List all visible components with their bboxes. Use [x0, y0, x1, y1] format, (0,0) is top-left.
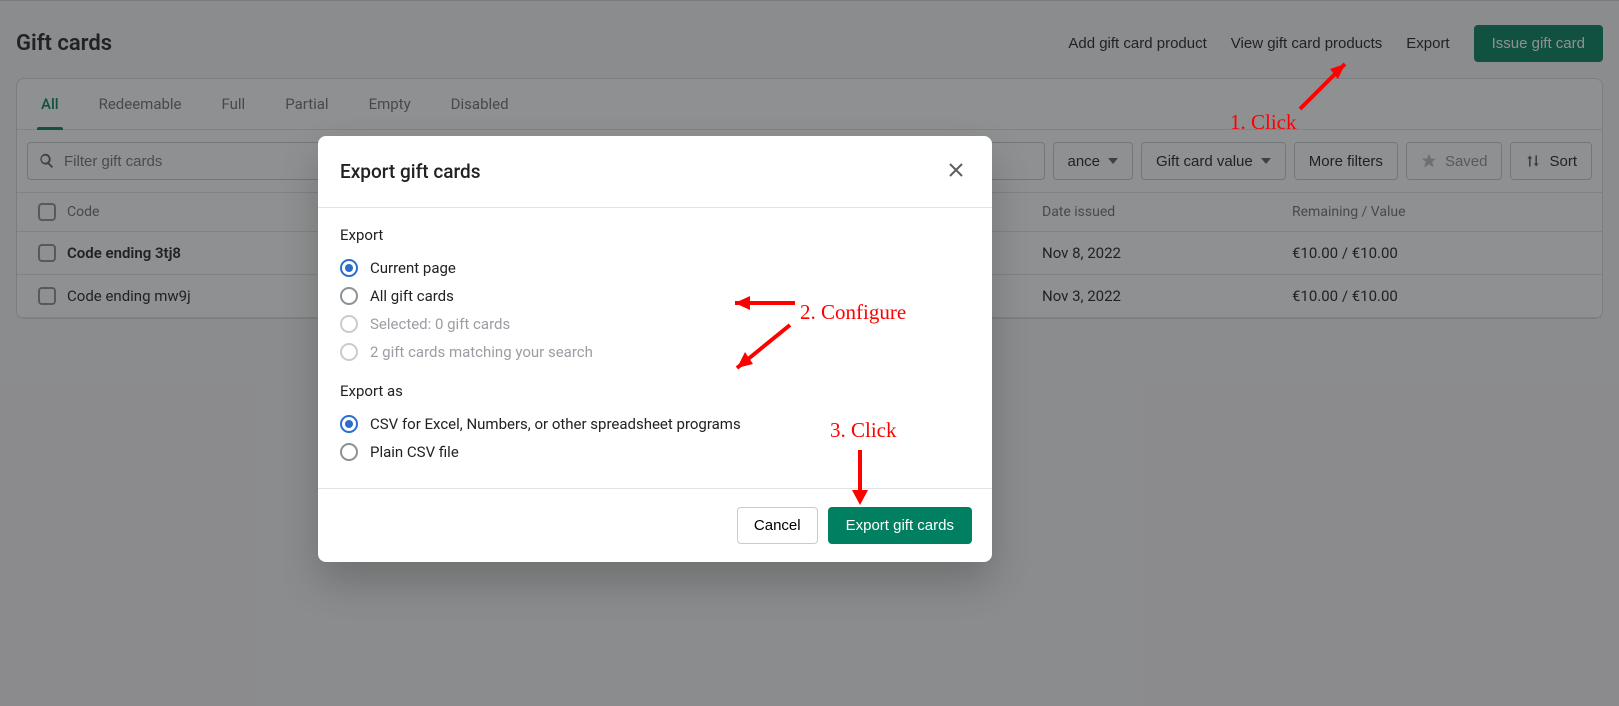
- radio-icon: [340, 443, 358, 461]
- radio-label: Current page: [370, 259, 456, 277]
- export-section-label: Export: [340, 226, 970, 244]
- export-confirm-button[interactable]: Export gift cards: [828, 507, 972, 544]
- modal-title: Export gift cards: [340, 160, 481, 183]
- radio-matching-search: 2 gift cards matching your search: [340, 338, 970, 366]
- radio-all-gift-cards[interactable]: All gift cards: [340, 282, 970, 310]
- cancel-button[interactable]: Cancel: [737, 507, 818, 544]
- radio-icon: [340, 415, 358, 433]
- radio-label: All gift cards: [370, 287, 454, 305]
- radio-current-page[interactable]: Current page: [340, 254, 970, 282]
- close-icon: [946, 160, 966, 180]
- radio-label: 2 gift cards matching your search: [370, 343, 593, 361]
- radio-selected: Selected: 0 gift cards: [340, 310, 970, 338]
- radio-plain-csv[interactable]: Plain CSV file: [340, 438, 970, 466]
- export-as-section-label: Export as: [340, 382, 970, 400]
- radio-label: Selected: 0 gift cards: [370, 315, 510, 333]
- radio-icon: [340, 259, 358, 277]
- radio-label: CSV for Excel, Numbers, or other spreads…: [370, 415, 741, 433]
- radio-icon: [340, 343, 358, 361]
- radio-icon: [340, 315, 358, 333]
- export-modal: Export gift cards Export Current page Al…: [318, 136, 992, 562]
- radio-label: Plain CSV file: [370, 443, 459, 461]
- radio-icon: [340, 287, 358, 305]
- close-button[interactable]: [942, 156, 970, 187]
- radio-csv-excel[interactable]: CSV for Excel, Numbers, or other spreads…: [340, 410, 970, 438]
